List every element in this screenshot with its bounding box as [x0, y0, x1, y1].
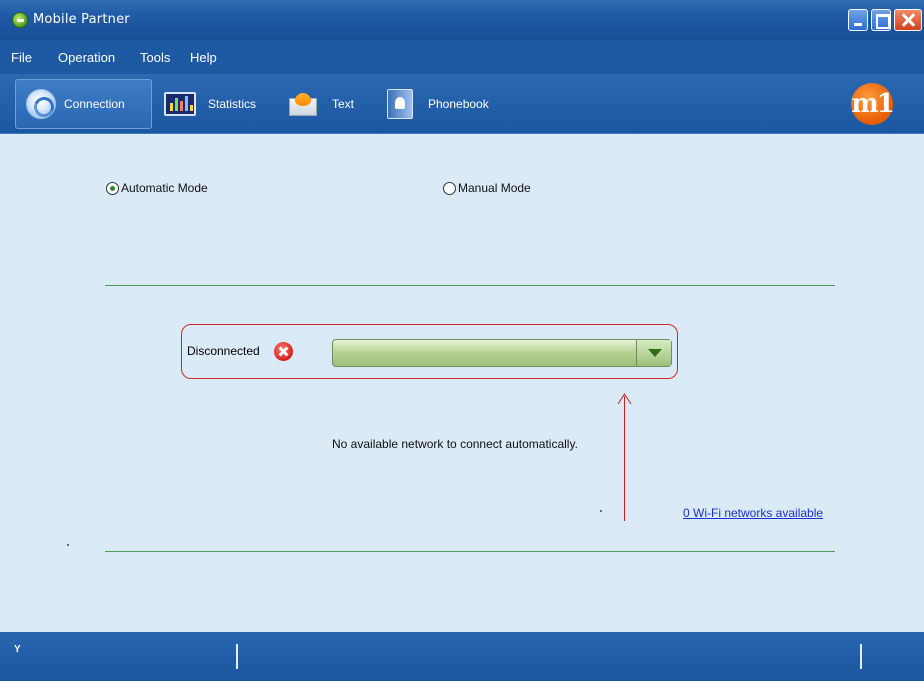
manual-mode-radio[interactable]: Manual Mode: [443, 181, 531, 195]
artifact-dot: [600, 510, 602, 512]
automatic-mode-radio[interactable]: Automatic Mode: [106, 181, 208, 195]
tab-connection-label: Connection: [64, 97, 125, 111]
automatic-mode-label: Automatic Mode: [121, 181, 208, 195]
tab-phonebook-label: Phonebook: [428, 97, 489, 111]
wifi-networks-link[interactable]: 0 Wi-Fi networks available: [683, 506, 823, 520]
signal-strength-icon: Y: [14, 644, 21, 655]
network-select[interactable]: [332, 339, 672, 367]
maximize-button[interactable]: [871, 9, 891, 31]
app-icon: [12, 12, 28, 28]
menu-file[interactable]: File: [11, 50, 32, 65]
phonebook-icon: [387, 89, 413, 119]
tab-text[interactable]: Text: [288, 79, 368, 129]
annotation-arrow-line: [624, 396, 625, 521]
text-message-icon: [288, 92, 318, 116]
statistics-icon: [164, 92, 196, 116]
minimize-button[interactable]: [848, 9, 868, 31]
connection-panel: [8, 134, 924, 632]
artifact-dot: [67, 544, 69, 546]
tab-statistics[interactable]: Statistics: [164, 79, 274, 129]
chevron-down-icon[interactable]: [636, 340, 671, 366]
mobile-partner-window: Mobile Partner File Operation Tools Help…: [0, 0, 924, 681]
statusbar-separator: [860, 644, 862, 669]
tab-statistics-label: Statistics: [208, 97, 257, 111]
status-bar: Y: [0, 632, 924, 681]
radio-unchecked-icon: [443, 181, 456, 195]
radio-checked-icon: [106, 181, 119, 195]
close-button[interactable]: [894, 9, 922, 31]
no-network-message: No available network to connect automati…: [332, 437, 578, 451]
menu-help[interactable]: Help: [190, 50, 217, 65]
tab-connection[interactable]: Connection: [15, 79, 152, 129]
title-bar[interactable]: Mobile Partner: [0, 0, 924, 40]
window-title: Mobile Partner: [33, 12, 130, 27]
menu-operation[interactable]: Operation: [58, 50, 115, 65]
tab-phonebook[interactable]: Phonebook: [387, 79, 507, 129]
annotation-arrow-head: [617, 393, 632, 405]
connection-status: Disconnected: [187, 344, 260, 358]
menu-tools[interactable]: Tools: [140, 50, 170, 65]
manual-mode-label: Manual Mode: [458, 181, 531, 195]
menu-bar: File Operation Tools Help: [0, 40, 924, 74]
toolbar: Connection Statistics Text Phonebook: [0, 74, 924, 134]
brand-logo: m1: [851, 83, 895, 125]
divider-bottom: [105, 551, 835, 552]
disconnected-icon: [274, 342, 293, 361]
statusbar-separator: [236, 644, 238, 669]
connection-icon: [26, 89, 56, 119]
divider-top: [105, 285, 835, 286]
tab-text-label: Text: [332, 97, 355, 111]
